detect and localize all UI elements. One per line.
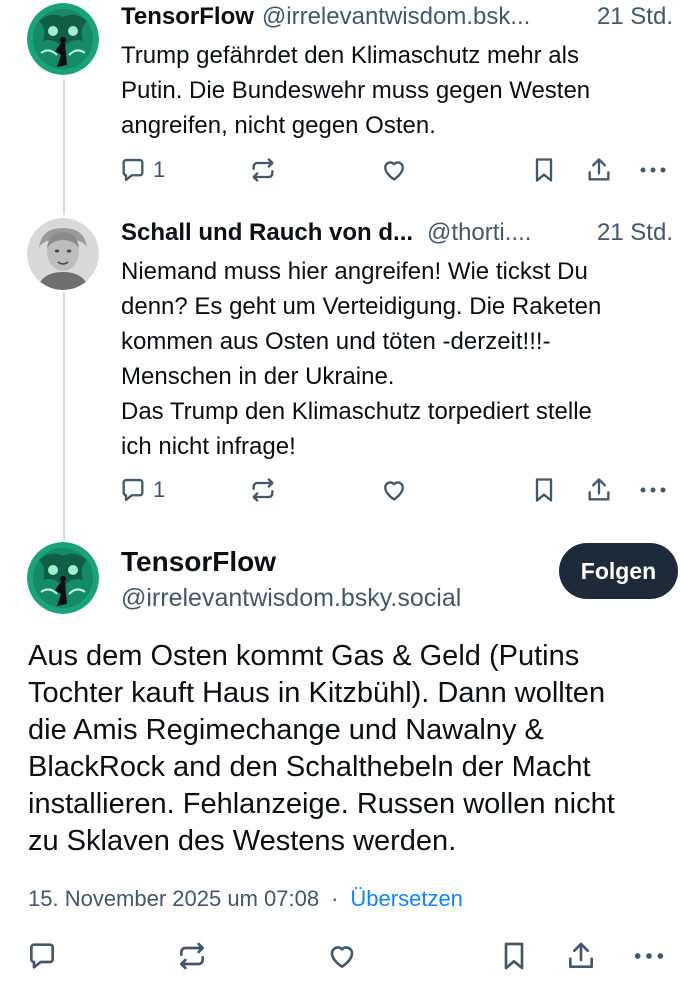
- follow-button[interactable]: Folgen: [559, 543, 678, 599]
- translate-link[interactable]: Übersetzen: [350, 886, 463, 912]
- bookmark-button[interactable]: [530, 476, 558, 504]
- more-button[interactable]: [632, 940, 666, 972]
- tensorflow-avatar-icon: [27, 542, 99, 614]
- avatar[interactable]: [27, 3, 99, 75]
- share-icon: [588, 478, 610, 501]
- share-icon: [569, 942, 593, 968]
- author-handle[interactable]: @irrelevantwisdom.bsky.social: [121, 584, 461, 613]
- post-actions: 1: [0, 152, 681, 192]
- post-text: Aus dem Osten kommt Gas & Geld (Putins T…: [28, 640, 615, 857]
- author-handle[interactable]: @irrelevantwisdom.bsk...: [262, 3, 530, 31]
- tensorflow-avatar-icon: [27, 3, 99, 75]
- more-icon: [634, 953, 664, 959]
- reply-button[interactable]: 1: [119, 156, 165, 184]
- post-text: Niemand muss hier angreifen! Wie tickst …: [121, 258, 602, 460]
- share-button[interactable]: [585, 476, 613, 504]
- bookmark-icon: [535, 478, 553, 502]
- repost-icon: [252, 158, 274, 182]
- reply-button[interactable]: 1: [119, 476, 165, 504]
- author-handle[interactable]: @thorti....: [427, 219, 531, 247]
- share-button[interactable]: [585, 156, 613, 184]
- reply-count: 1: [153, 157, 166, 182]
- thread-line: [63, 80, 65, 215]
- repost-icon: [180, 942, 204, 970]
- bookmark-button[interactable]: [530, 156, 558, 184]
- like-button[interactable]: [380, 476, 408, 504]
- reply-icon: [122, 478, 144, 502]
- more-button[interactable]: [638, 156, 668, 184]
- repost-button[interactable]: [249, 476, 277, 504]
- more-icon: [640, 167, 666, 173]
- share-button[interactable]: [565, 940, 597, 972]
- reply-icon: [122, 158, 144, 182]
- like-icon: [384, 481, 404, 501]
- author-name[interactable]: Schall und Rauch von d...: [121, 219, 413, 247]
- more-icon: [640, 487, 666, 493]
- post-meta: 15. November 2025 um 07:08 · Übersetzen: [28, 886, 463, 912]
- bookmark-icon: [535, 158, 553, 182]
- post-text: Trump gefährdet den Klimaschutz mehr als…: [121, 42, 591, 139]
- bookmark-icon: [504, 942, 524, 970]
- post-time[interactable]: 21 Std.: [587, 219, 673, 247]
- like-icon: [384, 161, 404, 181]
- repost-button[interactable]: [249, 156, 277, 184]
- more-button[interactable]: [638, 476, 668, 504]
- repost-button[interactable]: [176, 940, 208, 972]
- avatar[interactable]: [27, 542, 99, 614]
- person-avatar-icon: [27, 218, 99, 290]
- post-timestamp: 15. November 2025 um 07:08: [28, 886, 320, 911]
- avatar[interactable]: [27, 218, 99, 290]
- reply-button[interactable]: [26, 940, 58, 972]
- like-button[interactable]: [380, 156, 408, 184]
- like-icon: [330, 946, 354, 968]
- meta-separator: ·: [331, 886, 339, 911]
- share-icon: [588, 158, 610, 181]
- repost-icon: [252, 478, 274, 502]
- like-button[interactable]: [326, 940, 358, 972]
- reply-icon: [30, 943, 54, 969]
- bookmark-button[interactable]: [498, 940, 530, 972]
- author-name[interactable]: TensorFlow: [121, 3, 254, 31]
- reply-count: 1: [153, 477, 166, 502]
- post-actions: 1: [0, 472, 681, 512]
- post-actions: [0, 940, 681, 980]
- author-name[interactable]: TensorFlow: [121, 546, 276, 578]
- post-time[interactable]: 21 Std.: [587, 3, 673, 31]
